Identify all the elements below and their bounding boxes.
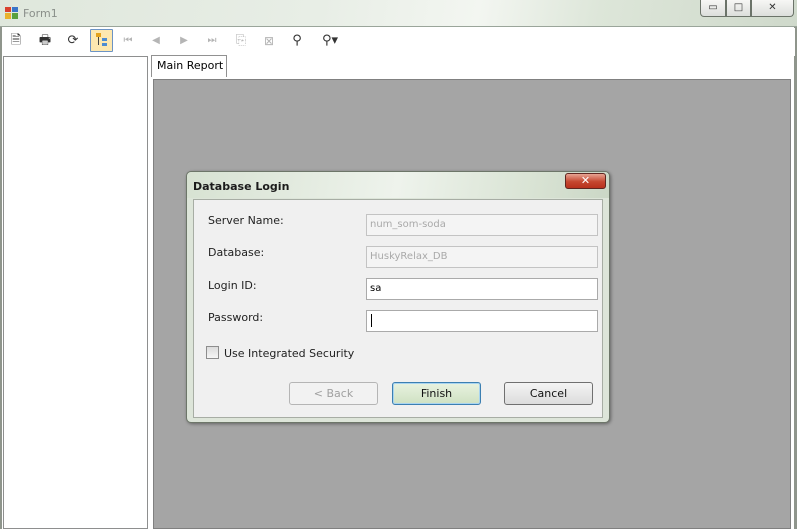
tree-icon	[95, 33, 108, 46]
dialog-body: Server Name: num_som-soda Database: Husk…	[193, 199, 603, 418]
maximize-button[interactable]: □	[726, 0, 751, 17]
group-tree-pane[interactable]	[3, 56, 148, 529]
window-title: Form1	[23, 7, 58, 20]
back-button[interactable]: < Back	[289, 382, 378, 405]
server-name-label: Server Name:	[208, 214, 284, 227]
dialog-title-bar: Database Login ✕	[187, 172, 609, 198]
report-viewer-window: Form1 ▭ □ ✕ 🗎 🖶 ⟳ ⏮ ◀ ▶ ⏭ ⎘ ⊠ ⚲ ⚲▾ Main …	[0, 0, 797, 529]
app-icon	[5, 7, 18, 19]
last-page-icon[interactable]: ⏭	[202, 31, 222, 51]
integrated-security-checkbox[interactable]	[206, 346, 219, 359]
database-login-dialog: Database Login ✕ Server Name: num_som-so…	[186, 171, 610, 423]
minimize-button[interactable]: ▭	[700, 0, 726, 17]
dialog-close-button[interactable]: ✕	[565, 173, 606, 189]
export-icon[interactable]: 🗎	[6, 31, 26, 51]
finish-button[interactable]: Finish	[392, 382, 481, 405]
report-toolbar: 🗎 🖶 ⟳ ⏮ ◀ ▶ ⏭ ⎘ ⊠ ⚲ ⚲▾	[2, 28, 795, 56]
window-border-left	[0, 27, 2, 529]
next-page-icon[interactable]: ▶	[174, 31, 194, 51]
cancel-button[interactable]: Cancel	[504, 382, 593, 405]
text-caret	[371, 313, 372, 327]
group-tree-toggle-icon[interactable]	[90, 29, 113, 52]
close-window-button[interactable]: ✕	[751, 0, 794, 17]
title-bar: Form1 ▭ □ ✕	[0, 0, 797, 27]
database-field[interactable]: HuskyRelax_DB	[366, 246, 598, 268]
tab-main-report[interactable]: Main Report	[151, 55, 227, 77]
password-field[interactable]	[366, 310, 598, 332]
database-label: Database:	[208, 246, 265, 259]
integrated-security-label[interactable]: Use Integrated Security	[224, 347, 354, 360]
server-name-field[interactable]: num_som-soda	[366, 214, 598, 236]
password-label: Password:	[208, 311, 264, 324]
login-id-field[interactable]: sa	[366, 278, 598, 300]
stop-icon[interactable]: ⊠	[259, 31, 279, 51]
find-icon[interactable]: ⚲	[287, 31, 307, 51]
zoom-icon[interactable]: ⚲▾	[315, 31, 345, 51]
first-page-icon[interactable]: ⏮	[118, 31, 138, 51]
dialog-title: Database Login	[193, 180, 290, 193]
go-to-page-icon[interactable]: ⎘	[231, 31, 251, 51]
login-id-label: Login ID:	[208, 279, 257, 292]
refresh-icon[interactable]: ⟳	[63, 31, 83, 51]
print-icon[interactable]: 🖶	[35, 31, 55, 51]
previous-page-icon[interactable]: ◀	[146, 31, 166, 51]
